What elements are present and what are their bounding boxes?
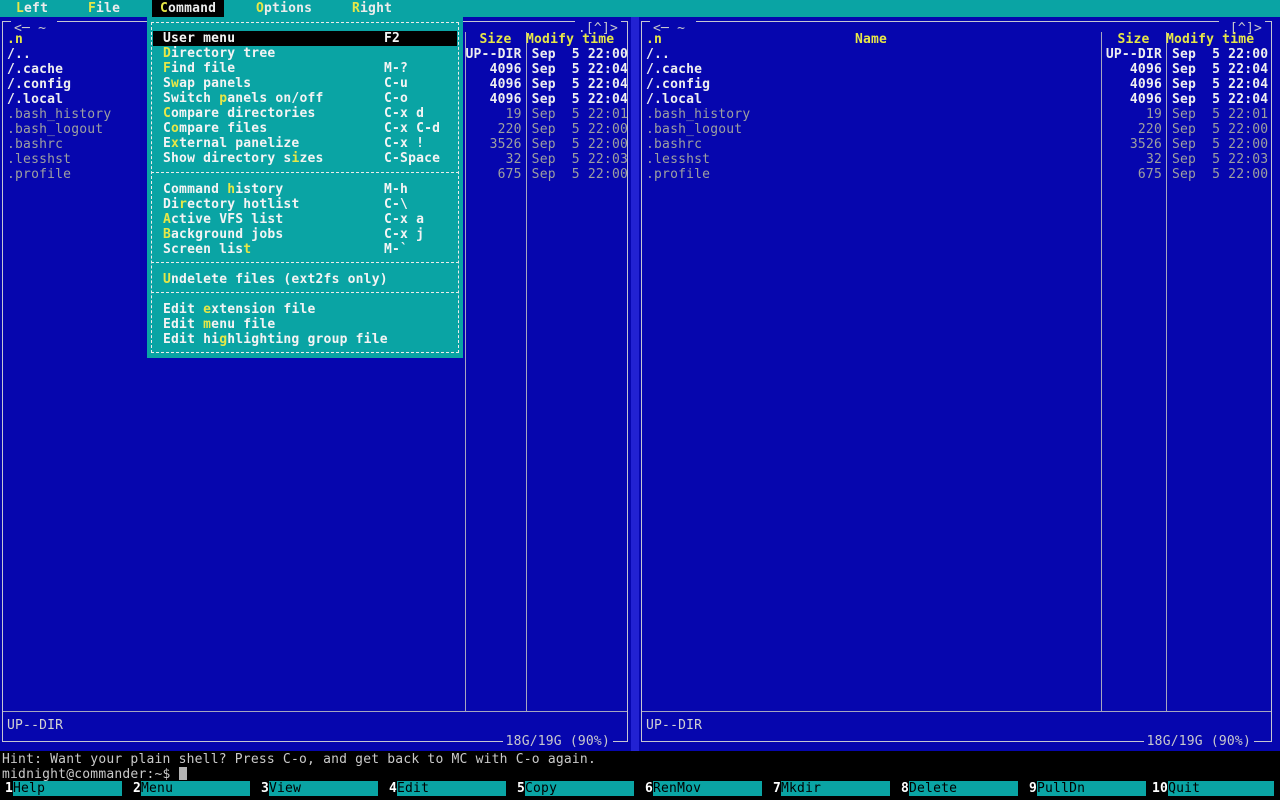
prompt-text: midnight@commander:~$ [2,767,171,782]
menu-item-background-jobs[interactable]: Background jobs C-x j [153,227,457,242]
menu-item-screen-list[interactable]: Screen list M-` [153,242,457,257]
table-row[interactable]: /.cache 4096 Sep 5 22:04 [641,62,1271,77]
left-panel-ministatus-separator [3,711,627,712]
column-header-mtime[interactable]: Modify time [1166,32,1254,47]
menu-item-directory-tree[interactable]: Directory tree [153,46,457,61]
midnight-commander-screen: Left File Command Options Right <─ ~ .[^… [0,0,1280,800]
fkey-mkdir[interactable]: 7 Mkdir [768,781,896,796]
panel-divider [631,17,639,751]
menubar-item-left[interactable]: Left [16,1,48,16]
left-panel-mini-status: UP--DIR [7,718,64,733]
menu-separator [151,172,459,173]
column-header-size[interactable]: Size [465,32,526,47]
fkey-delete[interactable]: 8 Delete [896,781,1024,796]
menu-item-undelete-files[interactable]: Undelete files (ext2fs only) [153,272,457,287]
right-panel-file-list: .n Name Size Modify time /.. UP--DIR Sep 5 … [641,32,1271,182]
table-row[interactable]: /.config 4096 Sep 5 22:04 [641,77,1271,92]
sort-indicator[interactable]: .n [7,32,23,47]
menubar-item-file[interactable]: File [88,1,120,16]
menubar-item-command-highlight[interactable]: Command [152,0,224,17]
menu-item-directory-hotlist[interactable]: Directory hotlist C-\ [153,197,457,212]
fkey-quit[interactable]: 10 Quit [1152,781,1280,796]
function-key-bar: 1 Help 2 Menu 3 View 4 Edit 5 Copy 6 RenMov 7M… [0,781,1280,796]
right-panel-ministatus-separator [642,711,1271,712]
menu-item-swap-panels[interactable]: Swap panels C-u [153,76,457,91]
menu-item-command-history[interactable]: Command history M-h [153,182,457,197]
right-panel-free-space: 18G/19G (90%) [1143,734,1254,749]
table-row[interactable]: /.. UP--DIR Sep 5 22:00 [641,47,1271,62]
table-row[interactable]: .lesshst 32 Sep 5 22:03 [641,152,1271,167]
fkey-view[interactable]: 3 View [256,781,384,796]
menubar-item-options[interactable]: Options [256,1,312,16]
right-panel-mini-status: UP--DIR [646,718,703,733]
column-header-size[interactable]: Size [1101,32,1166,47]
shell-prompt[interactable]: midnight@commander:~$ [2,767,187,782]
table-row[interactable]: .profile 675 Sep 5 22:00 [641,167,1271,182]
fkey-renmov[interactable]: 6 RenMov [640,781,768,796]
right-panel-header: .n Name Size Modify time [641,32,1271,47]
menu-separator [151,262,459,263]
table-row[interactable]: .bash_logout 220 Sep 5 22:00 [641,122,1271,137]
table-row[interactable]: .bash_history 19 Sep 5 22:01 [641,107,1271,122]
menu-item-compare-files[interactable]: Compare files C-x C-d [153,121,457,136]
menu-item-edit-extension-file[interactable]: Edit extension file [153,302,457,317]
menu-item-find-file[interactable]: Find file M-? [153,61,457,76]
command-menu-dropdown: User menu F2 Directory tree Find file M-? … [147,17,463,358]
fkey-pulldn[interactable]: 9 PullDn [1024,781,1152,796]
table-row[interactable]: /.local 4096 Sep 5 22:04 [641,92,1271,107]
column-header-name[interactable]: Name [641,32,1101,47]
terminal-cursor [178,767,187,780]
fkey-menu[interactable]: 2 Menu [128,781,256,796]
sort-indicator[interactable]: .n [646,32,662,47]
fkey-copy[interactable]: 5 Copy [512,781,640,796]
menubar: Left File Command Options Right [0,0,1280,17]
fkey-edit[interactable]: 4 Edit [384,781,512,796]
menu-item-compare-directories[interactable]: Compare directories C-x d [153,106,457,121]
menu-item-edit-menu-file[interactable]: Edit menu file [153,317,457,332]
hint-line: Hint: Want your plain shell? Press C-o, … [2,752,596,767]
left-panel-free-space: 18G/19G (90%) [502,734,613,749]
menubar-item-right[interactable]: Right [352,1,392,16]
menu-item-switch-panels-on-off[interactable]: Switch panels on/off C-o [153,91,457,106]
menubar-item-command[interactable]: Command [160,1,216,16]
menu-item-user-menu[interactable]: User menu F2 [153,31,457,46]
fkey-help[interactable]: 1 Help [0,781,128,796]
column-header-mtime[interactable]: Modify time [526,32,614,47]
menu-item-external-panelize[interactable]: External panelize C-x ! [153,136,457,151]
menu-item-show-directory-sizes[interactable]: Show directory sizes C-Space [153,151,457,166]
table-row[interactable]: .bashrc 3526 Sep 5 22:00 [641,137,1271,152]
menu-item-edit-highlighting-group-file[interactable]: Edit highlighting group file [153,332,457,347]
right-panel: <─ ~ .[^]> .n Name Size Modify time /.. UP… [639,17,1280,751]
menu-separator [151,292,459,293]
menu-item-active-vfs-list[interactable]: Active VFS list C-x a [153,212,457,227]
